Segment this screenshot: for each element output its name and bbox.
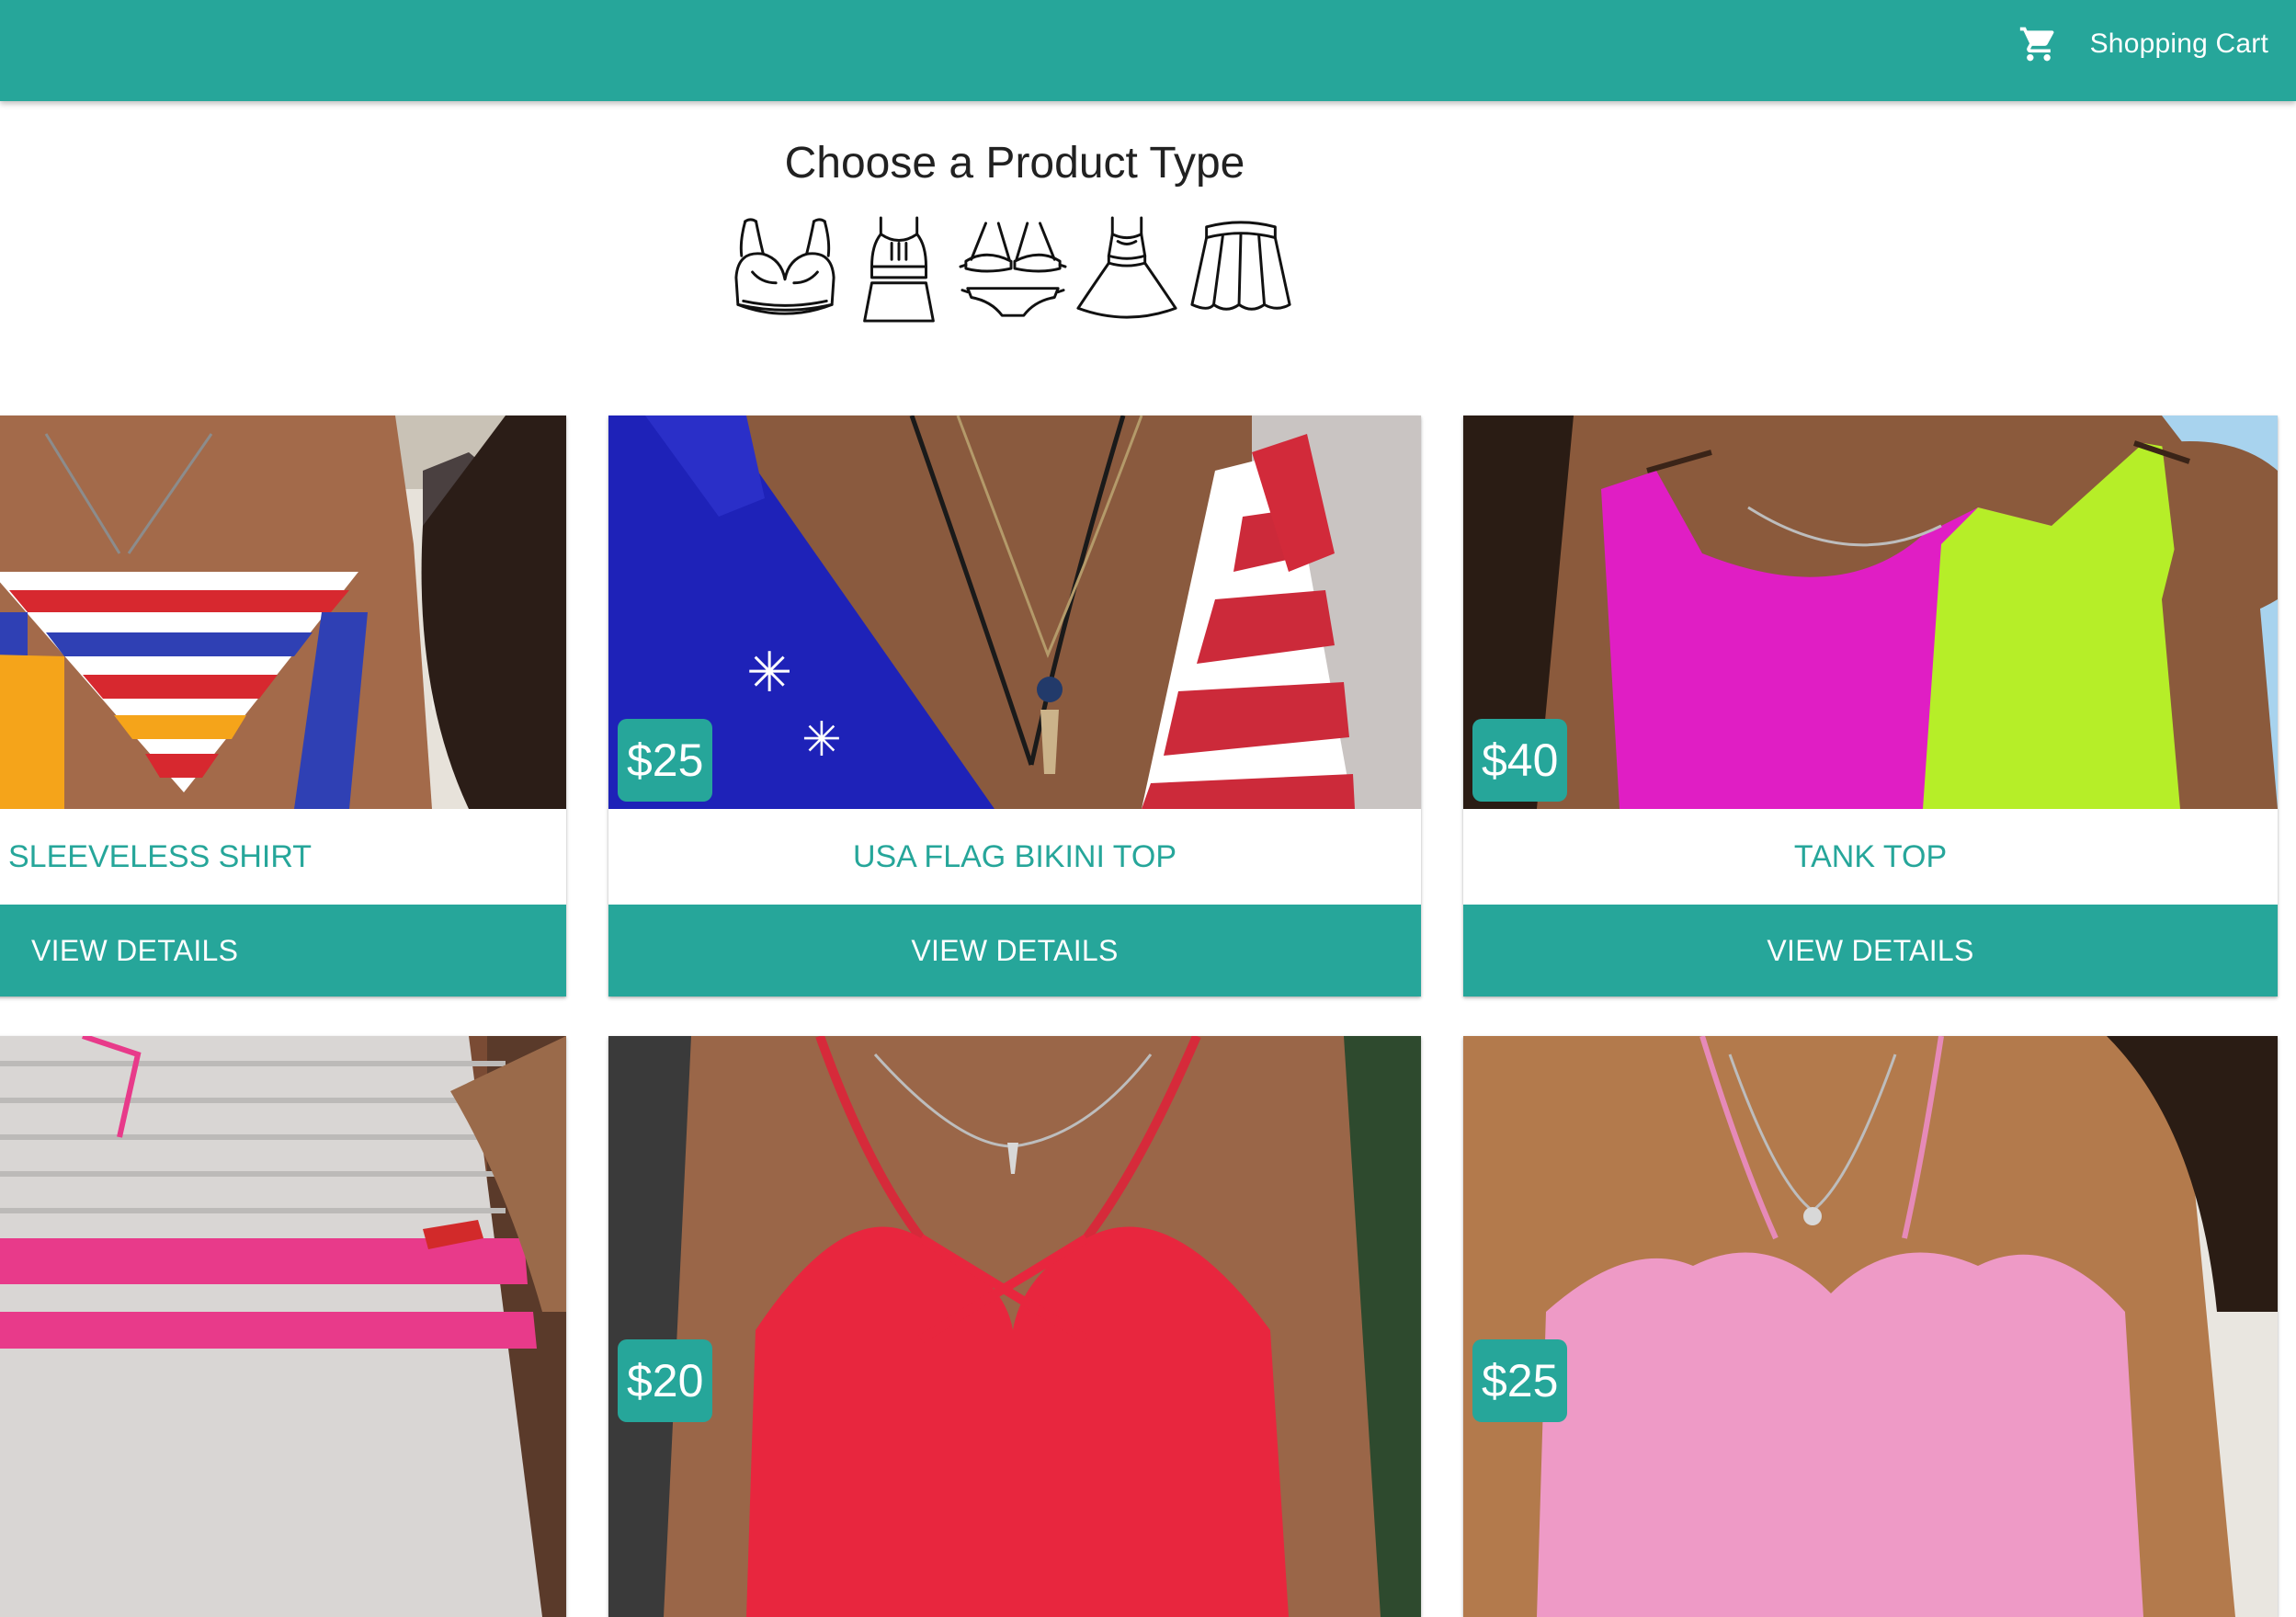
price-badge: $40 xyxy=(1472,719,1568,802)
app-bar: Shopping Cart xyxy=(0,0,2296,101)
view-details-button[interactable]: VIEW DETAILS xyxy=(608,905,1421,996)
product-card: SLEEVELESS SHIRT VIEW DETAILS xyxy=(0,416,566,996)
bikini-icon[interactable] xyxy=(959,213,1067,327)
price-badge: $25 xyxy=(618,719,713,802)
product-image[interactable] xyxy=(1463,1036,2278,1617)
dress-icon[interactable] xyxy=(1073,213,1181,327)
page-title: Choose a Product Type xyxy=(784,139,1245,188)
product-card: $20 xyxy=(608,1036,1421,1617)
price-badge: $20 xyxy=(618,1339,713,1422)
shopping-cart-link[interactable]: Shopping Cart xyxy=(2018,17,2268,72)
product-name[interactable]: SLEEVELESS SHIRT xyxy=(0,809,566,905)
product-card: $25 xyxy=(1463,1036,2278,1617)
shopping-cart-label: Shopping Cart xyxy=(2089,28,2268,59)
product-card: ✳ ✳ $25 USA FLAG BIKINI TOP VIEW DETAILS xyxy=(608,416,1421,996)
view-details-button[interactable]: VIEW DETAILS xyxy=(0,905,566,996)
product-image[interactable] xyxy=(0,416,566,809)
product-type-selector xyxy=(731,213,1295,327)
bra-icon[interactable] xyxy=(731,213,839,327)
svg-text:✳: ✳ xyxy=(746,642,792,703)
product-image[interactable] xyxy=(608,1036,1421,1617)
skirt-icon[interactable] xyxy=(1187,213,1295,327)
product-name[interactable]: TANK TOP xyxy=(1463,809,2278,905)
product-card: $40 TANK TOP VIEW DETAILS xyxy=(1463,416,2278,996)
product-image[interactable]: ✳ ✳ xyxy=(608,416,1421,809)
product-card xyxy=(0,1036,566,1617)
product-name[interactable]: USA FLAG BIKINI TOP xyxy=(608,809,1421,905)
price-badge: $25 xyxy=(1472,1339,1568,1422)
product-image[interactable] xyxy=(1463,416,2278,809)
product-image[interactable] xyxy=(0,1036,566,1617)
crop-top-and-skirt-icon[interactable] xyxy=(845,213,953,327)
svg-text:✳: ✳ xyxy=(801,713,842,767)
shopping-cart-icon xyxy=(2019,27,2054,62)
view-details-button[interactable]: VIEW DETAILS xyxy=(1463,905,2278,996)
